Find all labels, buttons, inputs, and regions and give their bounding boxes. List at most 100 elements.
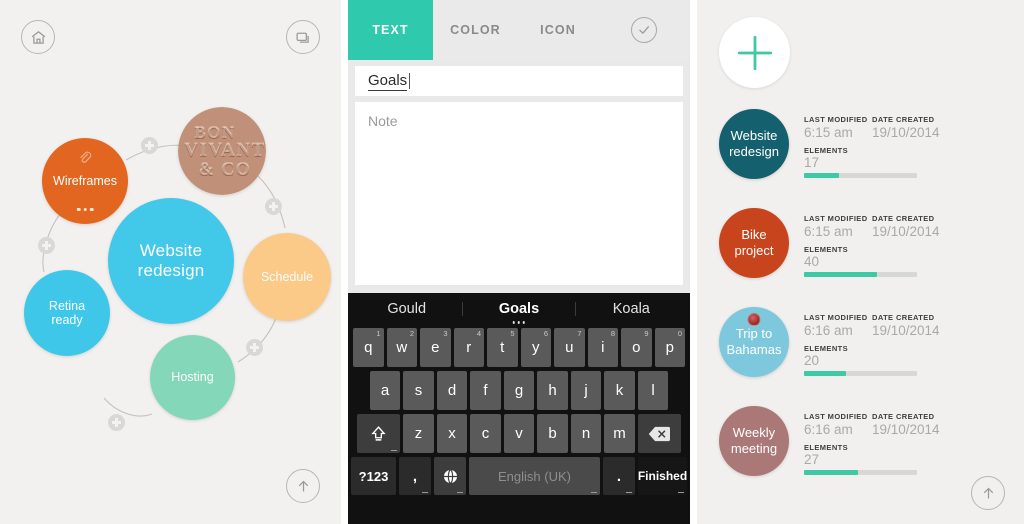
key-e[interactable]: 3e (420, 328, 451, 367)
mindmap-node-center[interactable]: Website redesign (108, 198, 234, 324)
key-b[interactable]: b (537, 414, 568, 453)
key-u[interactable]: 7u (554, 328, 585, 367)
key-s[interactable]: s (403, 371, 434, 410)
add-link-node[interactable] (265, 198, 282, 215)
key-n[interactable]: n (570, 414, 602, 453)
language-key[interactable] (434, 457, 466, 495)
tab-color[interactable]: COLOR (433, 0, 518, 60)
project-name: Trip to Bahamas (727, 326, 782, 357)
key-label: o (632, 339, 641, 356)
keyboard-row-4: ?123 , English (UK) . Finished (351, 457, 687, 495)
finished-key[interactable]: Finished (638, 457, 687, 495)
symbols-key[interactable]: ?123 (351, 457, 396, 495)
key-a[interactable]: a (369, 371, 401, 410)
key-label: k (615, 382, 624, 399)
add-link-node[interactable] (141, 137, 158, 154)
key-x[interactable]: x (436, 414, 468, 453)
keyboard-row-3: z x c v b n m (351, 414, 687, 453)
elements-value: 17 (804, 155, 820, 170)
tab-text[interactable]: TEXT (348, 0, 433, 60)
key-corner-marker (678, 491, 684, 493)
panel-divider (341, 0, 348, 524)
projects-scroll-up-button[interactable] (971, 476, 1005, 510)
key-m[interactable]: m (604, 414, 635, 453)
progress-fill (804, 470, 859, 475)
key-i[interactable]: 8i (587, 328, 618, 367)
home-icon (31, 30, 45, 44)
title-input[interactable]: Goals (355, 66, 683, 96)
project-avatar[interactable]: Website redesign (719, 109, 789, 179)
key-f[interactable]: f (470, 371, 501, 410)
project-row[interactable]: Bike project LAST MODIFIED DATE CREATED … (697, 204, 1024, 303)
add-link-node[interactable] (246, 339, 263, 356)
key-h[interactable]: h (537, 371, 568, 410)
key-l[interactable]: l (637, 371, 669, 410)
period-key[interactable]: . (603, 457, 635, 495)
key-k[interactable]: k (604, 371, 635, 410)
project-avatar[interactable]: Bike project (719, 208, 789, 278)
comma-key[interactable]: , (399, 457, 431, 495)
arrow-up-icon (298, 480, 308, 491)
key-r[interactable]: 4r (453, 328, 484, 367)
key-c[interactable]: c (470, 414, 501, 453)
key-y[interactable]: 6y (520, 328, 551, 367)
key-label: d (447, 382, 457, 399)
mindmap-node-label: Schedule (260, 269, 314, 284)
add-project-button[interactable] (719, 17, 790, 88)
suggestion-2[interactable]: Koala (576, 301, 687, 317)
project-row[interactable]: Website redesign LAST MODIFIED DATE CREA… (697, 105, 1024, 204)
key-p[interactable]: 0p (654, 328, 685, 367)
mindmap-node-hosting[interactable]: Hosting (150, 335, 235, 420)
key-g[interactable]: g (503, 371, 535, 410)
key-label: a (380, 382, 390, 399)
keyboard-row-1: 1q 2w 3e 4r 5t 6y 7u 8i 9o 0p (351, 328, 687, 367)
key-label: j (584, 382, 588, 399)
key-z[interactable]: z (403, 414, 434, 453)
key-label: x (448, 425, 456, 442)
key-label: t (500, 339, 505, 356)
scroll-up-button[interactable] (286, 469, 320, 503)
key-v[interactable]: v (503, 414, 535, 453)
home-button[interactable] (21, 20, 55, 54)
cards-button[interactable] (286, 20, 320, 54)
add-link-node[interactable] (38, 237, 55, 254)
suggestion-more-icon[interactable] (512, 321, 526, 324)
confirm-button[interactable] (598, 0, 690, 60)
backspace-key[interactable] (637, 414, 681, 453)
key-label: p (665, 339, 674, 356)
key-sup: 4 (476, 329, 481, 338)
suggestion-0[interactable]: Gould (351, 301, 462, 317)
key-q[interactable]: 1q (353, 328, 384, 367)
project-avatar[interactable]: Weekly meeting (719, 406, 789, 476)
key-w[interactable]: 2w (386, 328, 417, 367)
virtual-keyboard: Gould Goals Koala 1q 2w 3e 4r 5t 6y 7 u … (348, 293, 690, 524)
date-created-value: 19/10/2014 (872, 224, 940, 239)
key-label: l (651, 382, 655, 399)
mindmap-node-retina-ready[interactable]: Retina ready (24, 270, 110, 356)
elements-header: ELEMENTS (804, 245, 849, 254)
key-j[interactable]: j (570, 371, 602, 410)
key-t[interactable]: 5t (487, 328, 518, 367)
project-name-line-2: meeting (730, 441, 778, 456)
key-label: b (548, 425, 557, 442)
space-key[interactable]: English (UK) (469, 457, 600, 495)
project-name-line-1: Website (730, 128, 778, 144)
project-avatar[interactable]: Trip to Bahamas (719, 307, 789, 377)
mindmap-node-photo[interactable]: BON VIVANT & CO (178, 107, 266, 195)
key-d[interactable]: d (436, 371, 468, 410)
mindmap-node-schedule[interactable]: Schedule (243, 233, 331, 321)
shift-key[interactable] (357, 414, 401, 453)
mindmap-node-wireframes[interactable]: Wireframes (42, 138, 128, 224)
note-input[interactable]: Note (355, 102, 683, 285)
key-label: Finished (637, 469, 688, 483)
key-o[interactable]: 9o (621, 328, 652, 367)
suggestion-1[interactable]: Goals (463, 301, 574, 324)
tab-icon[interactable]: ICON (518, 0, 598, 60)
project-name-line-1: Weekly (732, 425, 776, 441)
add-link-node[interactable] (108, 414, 125, 431)
last-modified-header: LAST MODIFIED (804, 313, 868, 322)
project-row[interactable]: Trip to Bahamas LAST MODIFIED DATE CREAT… (697, 303, 1024, 402)
project-meta: LAST MODIFIED DATE CREATED 6:16 am 19/10… (804, 313, 1014, 376)
backspace-icon (649, 426, 671, 441)
elements-header: ELEMENTS (804, 146, 849, 155)
